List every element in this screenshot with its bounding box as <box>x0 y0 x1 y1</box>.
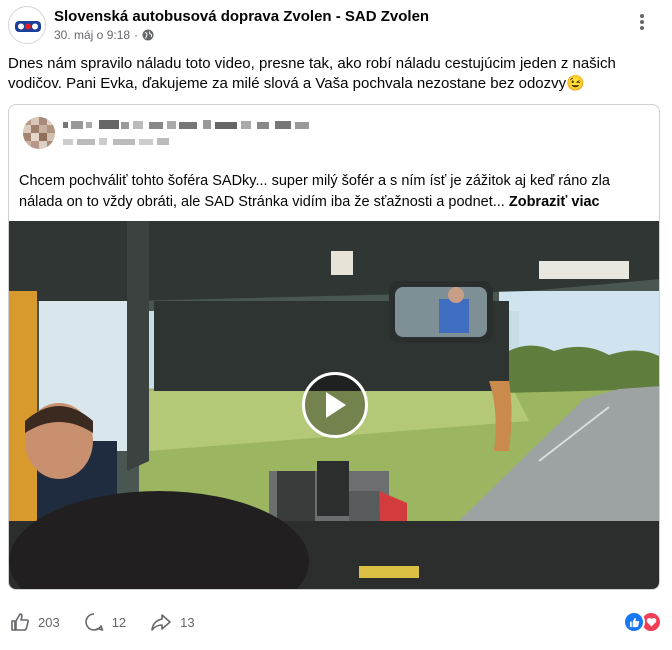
logo-icon <box>10 8 45 43</box>
comment-button[interactable]: 12 <box>84 612 126 632</box>
post-meta: 30. máj o 9:18 · <box>54 28 154 42</box>
like-reaction-icon <box>623 611 645 633</box>
like-count: 203 <box>38 614 60 630</box>
post-text: Dnes nám spravilo náladu toto video, pre… <box>8 54 648 94</box>
more-options-button[interactable] <box>630 10 654 34</box>
comment-count: 12 <box>111 614 127 630</box>
shared-post: Chcem pochváliť tohto šoféra SADky... su… <box>8 104 660 590</box>
like-button[interactable]: 203 <box>10 612 60 632</box>
post-date[interactable]: 30. máj o 9:18 <box>54 28 130 42</box>
share-icon <box>151 614 171 631</box>
video-player[interactable] <box>9 221 659 589</box>
share-button[interactable]: 13 <box>150 612 195 632</box>
post-body: Dnes nám spravilo náladu toto video, pre… <box>8 55 616 92</box>
see-more-link[interactable]: Zobraziť viac <box>509 194 600 210</box>
reaction-summary[interactable] <box>623 611 662 633</box>
play-icon <box>326 392 346 418</box>
shared-author-avatar[interactable] <box>23 117 55 149</box>
page-name[interactable]: Slovenská autobusová doprava Zvolen - SA… <box>54 8 429 25</box>
post-actions: 203 12 13 <box>10 610 219 634</box>
blurred-author-meta <box>63 138 169 145</box>
blurred-avatar-image <box>23 117 55 149</box>
page-avatar[interactable] <box>8 6 46 44</box>
play-button[interactable] <box>302 372 368 438</box>
share-count: 13 <box>180 614 195 630</box>
wink-emoji: 😉 <box>566 75 585 92</box>
blurred-author-name <box>63 120 309 129</box>
like-icon <box>11 613 29 631</box>
comment-icon <box>85 613 104 631</box>
globe-icon <box>142 29 154 41</box>
shared-post-text: Chcem pochváliť tohto šoféra SADky... su… <box>19 171 639 213</box>
more-icon <box>640 14 644 30</box>
post-header: Slovenská autobusová doprava Zvolen - SA… <box>8 6 664 46</box>
meta-separator: · <box>134 28 139 42</box>
